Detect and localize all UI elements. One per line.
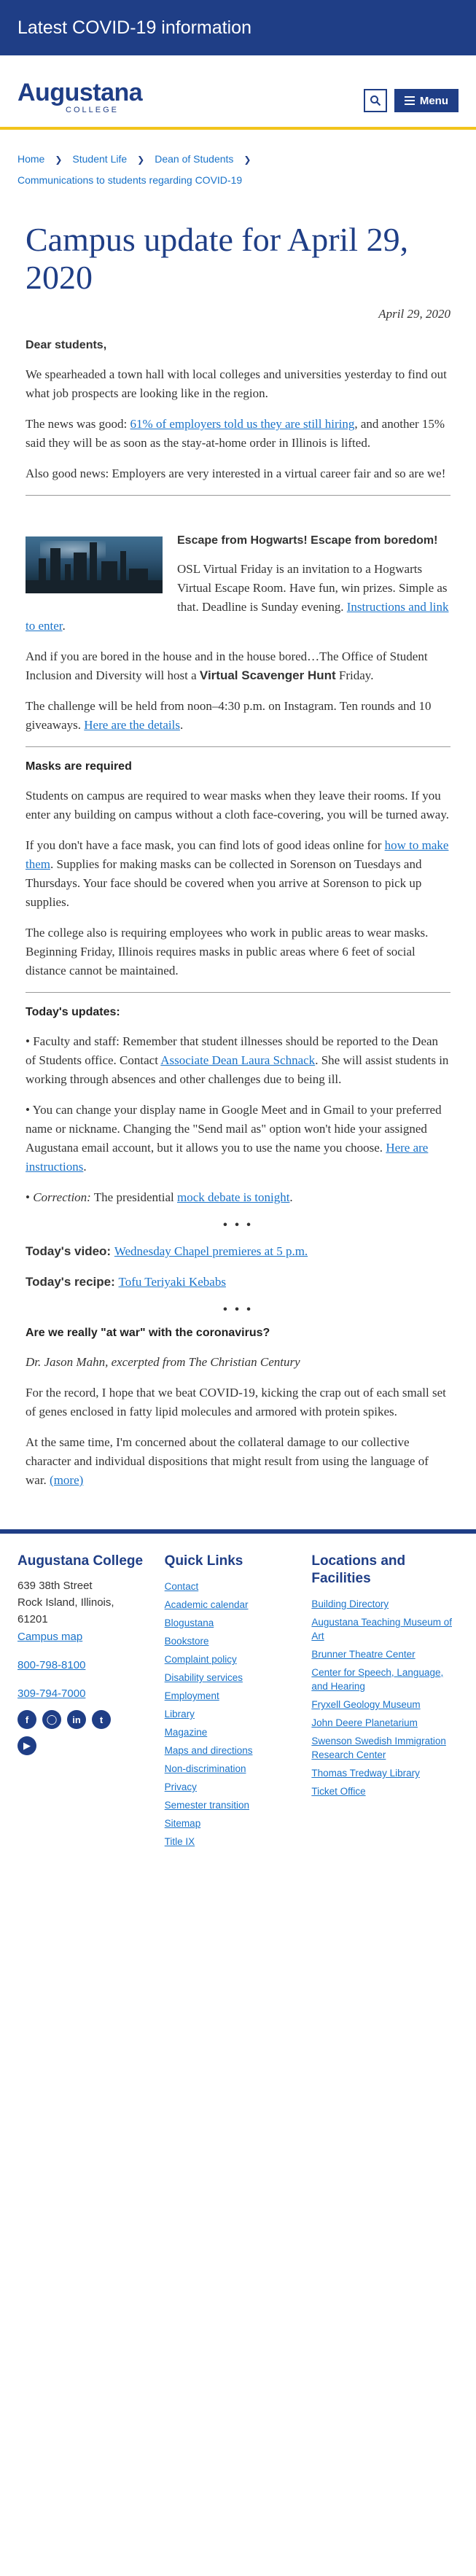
- divider: [26, 495, 450, 496]
- paragraph-masks-required: Students on campus are required to wear …: [26, 789, 449, 821]
- read-more-link[interactable]: (more): [50, 1473, 83, 1487]
- augustana-logo[interactable]: Augustana COLLEGE: [17, 79, 143, 127]
- location-link[interactable]: Augustana Teaching Museum of Art: [311, 1615, 459, 1643]
- article: Campus update for April 29, 2020 April 2…: [0, 221, 476, 1490]
- facebook-icon[interactable]: f: [17, 1710, 36, 1729]
- breadcrumb-covid-communications[interactable]: Communications to students regarding COV…: [17, 174, 242, 186]
- breadcrumb: Home ❯ Student Life ❯ Dean of Students ❯ Comm…: [0, 130, 476, 203]
- quick-link[interactable]: Library: [165, 1705, 312, 1723]
- logo-subtitle: COLLEGE: [66, 106, 119, 114]
- challenge-details-link[interactable]: Here are the details: [84, 718, 180, 732]
- chevron-right-icon: ❯: [243, 155, 251, 165]
- site-header: Augustana COLLEGE Menu: [0, 55, 476, 130]
- quick-link[interactable]: Title IX: [165, 1833, 312, 1851]
- update-illness-reporting: • Faculty and staff: Remember that stude…: [26, 1034, 449, 1086]
- phone-link[interactable]: 309-794-7000: [17, 1685, 165, 1703]
- section-separator: • • •: [223, 1303, 253, 1316]
- breadcrumb-student-life[interactable]: Student Life: [72, 153, 127, 165]
- paragraph-hiring: The news was good: 61% of employers told…: [26, 417, 445, 450]
- location-link[interactable]: Thomas Tredway Library: [311, 1764, 459, 1782]
- chevron-right-icon: ❯: [55, 155, 63, 165]
- todays-recipe: Today's recipe: Tofu Teriyaki Kebabs: [26, 1275, 226, 1289]
- social-links: ▶: [17, 1736, 165, 1755]
- greeting: Dear students,: [26, 339, 107, 351]
- quick-link[interactable]: Bookstore: [165, 1632, 312, 1650]
- quick-link[interactable]: Semester transition: [165, 1796, 312, 1814]
- update-correction: • Correction: The presidential mock deba…: [26, 1190, 293, 1204]
- employers-hiring-link[interactable]: 61% of employers told us they are still …: [130, 417, 355, 431]
- update-display-name: • You can change your display name in Go…: [26, 1103, 442, 1174]
- footer-locations: Locations and Facilities Building Direct…: [311, 1553, 459, 1851]
- mock-debate-link[interactable]: mock debate is tonight: [177, 1190, 289, 1204]
- location-link[interactable]: Ticket Office: [311, 1782, 459, 1800]
- page-title: Campus update for April 29, 2020: [26, 221, 409, 296]
- chevron-right-icon: ❯: [137, 155, 145, 165]
- menu-button[interactable]: Menu: [394, 89, 459, 112]
- search-icon: [370, 95, 381, 106]
- quick-link[interactable]: Employment: [165, 1687, 312, 1705]
- logo-wordmark: Augustana: [17, 79, 143, 106]
- associate-dean-link[interactable]: Associate Dean Laura Schnack: [160, 1053, 315, 1067]
- breadcrumb-home[interactable]: Home: [17, 153, 44, 165]
- search-button[interactable]: [363, 89, 387, 112]
- war-heading: Are we really "at war" with the coronavi…: [26, 1327, 270, 1339]
- covid-info-link[interactable]: Latest COVID-19 information: [17, 17, 251, 38]
- phone-link[interactable]: 800-798-8100: [17, 1656, 165, 1674]
- quick-link[interactable]: Non-discrimination: [165, 1760, 312, 1778]
- updates-heading: Today's updates:: [26, 1006, 120, 1018]
- location-link[interactable]: Building Directory: [311, 1595, 459, 1613]
- footer-contact: Augustana College 639 38th Street Rock I…: [17, 1553, 165, 1851]
- campus-map-link[interactable]: Campus map: [17, 1628, 165, 1646]
- section-separator: • • •: [223, 1219, 253, 1231]
- covid-info-bar[interactable]: Latest COVID-19 information: [0, 0, 476, 55]
- site-footer: Augustana College 639 38th Street Rock I…: [0, 1529, 476, 1865]
- todays-video: Today's video: Wednesday Chapel premiere…: [26, 1244, 308, 1258]
- paragraph-employee-masks: The college also is requiring employees …: [26, 926, 429, 977]
- locations-heading: Locations and Facilities: [311, 1553, 406, 1586]
- quick-link[interactable]: Blogustana: [165, 1614, 312, 1632]
- quick-link[interactable]: Magazine: [165, 1723, 312, 1741]
- address-line: 61201: [17, 1613, 48, 1625]
- paragraph-language-of-war: At the same time, I'm concerned about th…: [26, 1435, 429, 1487]
- paragraph-challenge: The challenge will be held from noon–4:3…: [26, 699, 432, 732]
- quick-link[interactable]: Disability services: [165, 1668, 312, 1687]
- quick-link[interactable]: Contact: [165, 1577, 312, 1596]
- youtube-icon[interactable]: ▶: [17, 1736, 36, 1755]
- location-link[interactable]: Brunner Theatre Center: [311, 1645, 459, 1663]
- breadcrumb-dean-of-students[interactable]: Dean of Students: [155, 153, 233, 165]
- address-line: Rock Island, Illinois,: [17, 1596, 114, 1609]
- address-line: 639 38th Street: [17, 1580, 93, 1592]
- paragraph-beat-covid: For the record, I hope that we beat COVI…: [26, 1386, 446, 1418]
- paragraph-make-masks: If you don't have a face mask, you can f…: [26, 838, 449, 909]
- quick-link[interactable]: Maps and directions: [165, 1741, 312, 1760]
- menu-label: Menu: [419, 94, 448, 107]
- hamburger-icon: [404, 96, 415, 105]
- divider: [26, 746, 450, 747]
- location-link[interactable]: Center for Speech, Language, and Hearing: [311, 1666, 459, 1693]
- location-link[interactable]: Swenson Swedish Immigration Research Cen…: [311, 1734, 459, 1762]
- paragraph-scavenger-hunt: And if you are bored in the house and in…: [26, 649, 428, 682]
- location-link[interactable]: John Deere Planetarium: [311, 1714, 459, 1732]
- recipe-link[interactable]: Tofu Teriyaki Kebabs: [119, 1275, 226, 1289]
- quick-link[interactable]: Sitemap: [165, 1814, 312, 1833]
- twitter-icon[interactable]: t: [92, 1710, 111, 1729]
- footer-quick-links: Quick Links Contact Academic calendar Bl…: [165, 1553, 312, 1851]
- quick-link[interactable]: Academic calendar: [165, 1596, 312, 1614]
- quick-link[interactable]: Privacy: [165, 1778, 312, 1796]
- byline: Dr. Jason Mahn, excerpted from The Chris…: [26, 1355, 300, 1369]
- location-link[interactable]: Fryxell Geology Museum: [311, 1695, 459, 1714]
- divider: [26, 992, 450, 993]
- social-links: f ◯ in t: [17, 1710, 165, 1729]
- linkedin-icon[interactable]: in: [67, 1710, 86, 1729]
- article-date: April 29, 2020: [378, 307, 450, 321]
- quick-links-heading: Quick Links: [164, 1553, 243, 1569]
- paragraph-town-hall: We spearheaded a town hall with local co…: [26, 367, 447, 400]
- paragraph-career-fair: Also good news: Employers are very inter…: [26, 467, 446, 480]
- footer-college-name: Augustana College: [17, 1553, 144, 1569]
- quick-link[interactable]: Complaint policy: [165, 1650, 312, 1668]
- instagram-icon[interactable]: ◯: [42, 1710, 61, 1729]
- hogwarts-castle-image: [26, 536, 163, 593]
- chapel-video-link[interactable]: Wednesday Chapel premieres at 5 p.m.: [114, 1244, 308, 1258]
- masks-heading: Masks are required: [26, 760, 132, 773]
